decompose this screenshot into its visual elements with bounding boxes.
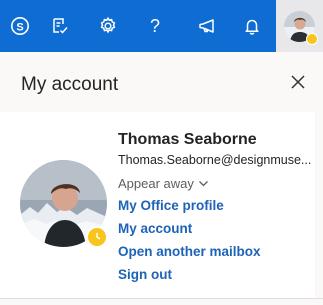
panel-title: My account [21, 74, 119, 95]
close-button[interactable] [286, 70, 310, 94]
user-name: Thomas Seaborne [118, 131, 257, 148]
feedback-icon[interactable] [40, 0, 80, 52]
top-app-bar: S ? [0, 0, 323, 52]
status-badge [306, 33, 318, 45]
open-another-mailbox-link[interactable]: Open another mailbox [118, 244, 261, 259]
megaphone-icon[interactable] [187, 0, 227, 52]
sign-out-link[interactable]: Sign out [118, 267, 172, 282]
account-button[interactable] [276, 0, 323, 52]
presence-away-icon [86, 226, 108, 248]
svg-text:S: S [16, 21, 23, 33]
gear-icon[interactable] [88, 0, 128, 52]
close-icon [291, 75, 305, 89]
my-account-link[interactable]: My account [118, 221, 192, 236]
svg-text:?: ? [150, 16, 160, 36]
divider [0, 298, 323, 299]
skype-icon[interactable]: S [0, 0, 40, 52]
chevron-down-icon [198, 181, 208, 187]
presence-dropdown[interactable]: Appear away [118, 176, 209, 191]
office-profile-link[interactable]: My Office profile [118, 198, 224, 213]
user-email: Thomas.Seaborne@designmuse... [118, 153, 312, 167]
presence-label: Appear away [118, 176, 194, 191]
bell-icon[interactable] [232, 0, 272, 52]
help-icon[interactable]: ? [135, 0, 175, 52]
